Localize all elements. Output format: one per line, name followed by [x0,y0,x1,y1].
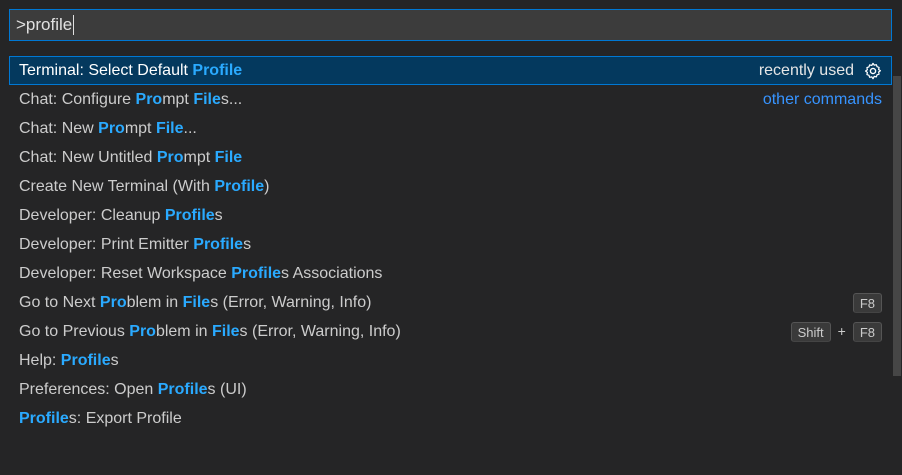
match-highlight: Pro [129,323,156,340]
match-highlight: Profile [60,352,111,369]
label-text: s [214,207,223,224]
command-list: Terminal: Select Default Profile recently… [9,56,892,433]
scrollbar[interactable] [892,46,902,475]
command-item[interactable]: Developer: Reset Workspace Profiles Asso… [9,259,892,288]
match-highlight: File [155,120,184,137]
label-text: s Associations [281,265,383,282]
match-highlight: Pro [135,91,163,108]
keybinding-separator: + [837,323,846,339]
label-text: Create New Terminal (With [19,178,215,195]
label-text: ... [183,120,197,137]
label-text: Chat: New Untitled [19,149,157,166]
match-highlight: Profile [192,62,243,79]
command-label: Create New Terminal (With Profile) [19,178,269,195]
match-highlight: Profile [214,178,265,195]
command-label: Go to Previous Problem in Files (Error, … [19,323,401,340]
command-item[interactable]: Help: Profiles [9,346,892,375]
keybinding-key: F8 [852,321,882,342]
label-text: blem in [126,294,183,311]
command-label: Terminal: Select Default Profile [19,62,242,79]
label-text: mpt [124,120,156,137]
scrollbar-thumb[interactable] [893,76,901,376]
match-highlight: Profile [231,265,282,282]
command-item[interactable]: Terminal: Select Default Profile recently… [9,56,892,85]
label-text: Developer: Cleanup [19,207,165,224]
command-label: Help: Profiles [19,352,119,369]
match-highlight: Pro [156,149,184,166]
command-item-right: other commands [763,85,882,114]
command-input-text[interactable]: >profile [16,15,72,35]
match-highlight: File [211,323,240,340]
command-label: Go to Next Problem in Files (Error, Warn… [19,294,371,311]
command-label: Developer: Print Emitter Profiles [19,236,251,253]
command-item[interactable]: Chat: New Prompt File... [9,114,892,143]
command-item[interactable]: Chat: New Untitled Prompt File [9,143,892,172]
command-item-right: F8 [852,288,882,317]
label-text: Go to Previous [19,323,130,340]
label-text: s... [220,91,243,108]
match-highlight: Profile [157,381,208,398]
command-input[interactable]: >profile [9,9,892,41]
label-text: ) [264,178,270,195]
label-text: s: Export Profile [68,410,182,427]
command-label: Profiles: Export Profile [19,410,182,427]
label-text: mpt [183,149,215,166]
match-highlight: Profile [164,207,215,224]
gear-icon[interactable] [864,62,882,80]
match-highlight: Pro [99,294,127,311]
command-item-right: recently used [759,56,882,85]
command-item[interactable]: Create New Terminal (With Profile) [9,172,892,201]
keybinding-key: F8 [852,292,882,313]
label-text: Developer: Reset Workspace [19,265,232,282]
label-text: s (UI) [207,381,247,398]
command-item[interactable]: Developer: Print Emitter Profiles [9,230,892,259]
command-item-right: Shift + F8 [790,317,882,346]
command-item[interactable]: Go to Next Problem in Files (Error, Warn… [9,288,892,317]
command-item[interactable]: Chat: Configure Prompt Files... other com… [9,85,892,114]
label-text: Chat: New [19,120,99,137]
label-text: Developer: Print Emitter [19,236,194,253]
command-label: Developer: Reset Workspace Profiles Asso… [19,265,382,282]
recently-used-label: recently used [758,62,854,79]
command-label: Chat: Configure Prompt Files... [19,91,242,108]
command-palette: >profile Terminal: Select Default Profil… [0,0,902,475]
label-text: Go to Next [19,294,100,311]
label-text: s (Error, Warning, Info) [210,294,372,311]
label-text: blem in [155,323,212,340]
command-item[interactable]: Preferences: Open Profiles (UI) [9,375,892,404]
other-commands-label: other commands [762,91,882,108]
command-item[interactable]: Profiles: Export Profile [9,404,892,433]
label-text: s [243,236,252,253]
label-text: Terminal: Select Default [19,62,193,79]
match-highlight: Profile [19,410,69,427]
command-label: Chat: New Prompt File... [19,120,197,137]
text-caret [73,15,75,35]
match-highlight: File [193,91,221,108]
match-highlight: Pro [98,120,125,137]
label-text: mpt [162,91,194,108]
command-label: Chat: New Untitled Prompt File [19,149,242,166]
match-highlight: Profile [193,236,244,253]
label-text: s [110,352,119,369]
command-item[interactable]: Go to Previous Problem in Files (Error, … [9,317,892,346]
label-text: Preferences: Open [19,381,158,398]
label-text: Help: [19,352,61,369]
label-text: s (Error, Warning, Info) [239,323,401,340]
command-label: Preferences: Open Profiles (UI) [19,381,247,398]
label-text: Chat: Configure [19,91,136,108]
keybinding-key: Shift [790,321,831,342]
match-highlight: File [214,149,243,166]
command-label: Developer: Cleanup Profiles [19,207,223,224]
command-item[interactable]: Developer: Cleanup Profiles [9,201,892,230]
match-highlight: File [182,294,211,311]
